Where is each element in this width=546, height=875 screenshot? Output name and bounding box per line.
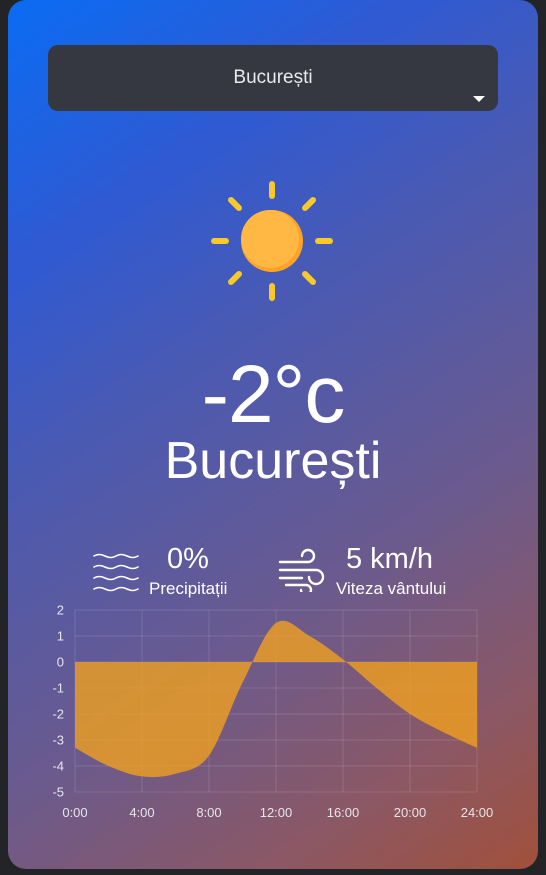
location-select-value: București	[233, 67, 313, 88]
x-tick-label: 12:00	[260, 805, 293, 820]
y-tick-label: -3	[52, 733, 64, 748]
temperature: -2°c	[201, 349, 346, 440]
x-tick-label: 0:00	[62, 805, 87, 820]
weather-card: București -2°c București 0% Precipitații…	[8, 0, 538, 869]
x-tick-label: 16:00	[327, 805, 360, 820]
x-tick-label: 8:00	[196, 805, 221, 820]
y-tick-label: -5	[52, 785, 64, 800]
y-tick-label: 1	[57, 629, 64, 644]
wind-icon	[278, 548, 326, 597]
y-tick-label: -2	[52, 707, 64, 722]
y-tick-label: 0	[57, 655, 64, 670]
y-tick-label: -1	[52, 681, 64, 696]
y-tick-label: 2	[57, 603, 64, 618]
dropdown-caret-icon[interactable]	[473, 96, 485, 102]
city-name: București	[164, 432, 382, 490]
x-tick-label: 4:00	[129, 805, 154, 820]
x-tick-label: 20:00	[394, 805, 427, 820]
wind-value: 5 km/h	[346, 543, 434, 575]
y-tick-label: -4	[52, 759, 64, 774]
sun-icon	[208, 178, 338, 308]
temperature-chart: 2 1 0 -1 -2 -3 -4 -5 0:00 4:00 8:00 12:00 16:00 20:00…	[52, 603, 494, 821]
location-select[interactable]: București	[48, 45, 498, 111]
precipitation-value: 0%	[167, 543, 209, 575]
waves-icon	[92, 553, 140, 598]
x-tick-label: 24:00	[461, 805, 494, 820]
